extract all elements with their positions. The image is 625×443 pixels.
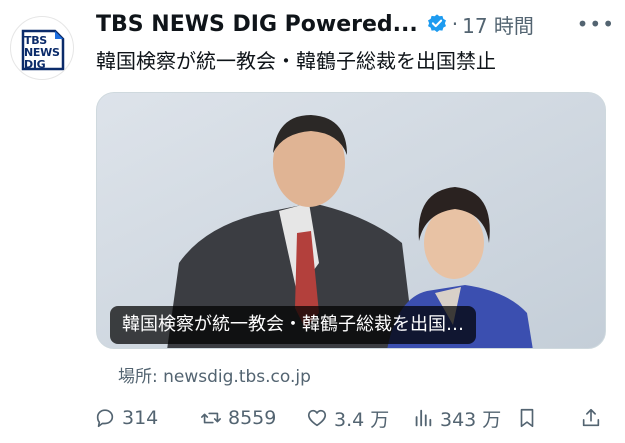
post-text: 韓国検察が統一教会・韓鶴子総裁を出国禁止 — [96, 49, 496, 73]
card-caption: 韓国検察が統一教会・韓鶴子総裁を出国… — [110, 306, 476, 344]
reply-button[interactable]: 314 — [94, 398, 158, 438]
link-card[interactable]: 韓国検察が統一教会・韓鶴子総裁を出国… — [96, 92, 606, 349]
avatar[interactable]: TBS NEWS DIG — [10, 16, 74, 80]
share-icon — [582, 408, 600, 427]
more-options-icon[interactable]: ••• — [577, 12, 615, 36]
post-header: TBS NEWS DIG Powered... · 17 時間 ••• — [96, 8, 615, 40]
repost-count: 8559 — [228, 407, 277, 429]
action-bar: 314 8559 3.4 万 343 万 — [0, 398, 625, 438]
like-button[interactable]: 3.4 万 — [306, 398, 389, 438]
views-icon — [415, 409, 432, 427]
bookmark-button[interactable] — [516, 398, 544, 438]
views-button[interactable]: 343 万 — [412, 398, 501, 438]
like-count: 3.4 万 — [334, 408, 390, 431]
logo-line-3: DIG — [24, 58, 46, 71]
reply-icon — [96, 409, 114, 428]
share-button[interactable] — [580, 398, 608, 438]
separator-dot: · — [451, 12, 459, 36]
like-icon — [307, 409, 327, 427]
timestamp[interactable]: 17 時間 — [462, 10, 534, 39]
author-name[interactable]: TBS NEWS DIG Powered... — [96, 12, 418, 37]
reply-count: 314 — [122, 407, 159, 429]
repost-icon — [201, 412, 221, 424]
repost-button[interactable]: 8559 — [200, 398, 276, 438]
view-count: 343 万 — [440, 408, 502, 431]
link-source[interactable]: 場所: newsdig.tbs.co.jp — [118, 362, 311, 387]
bookmark-icon — [520, 408, 534, 428]
verified-badge-icon — [427, 14, 446, 33]
